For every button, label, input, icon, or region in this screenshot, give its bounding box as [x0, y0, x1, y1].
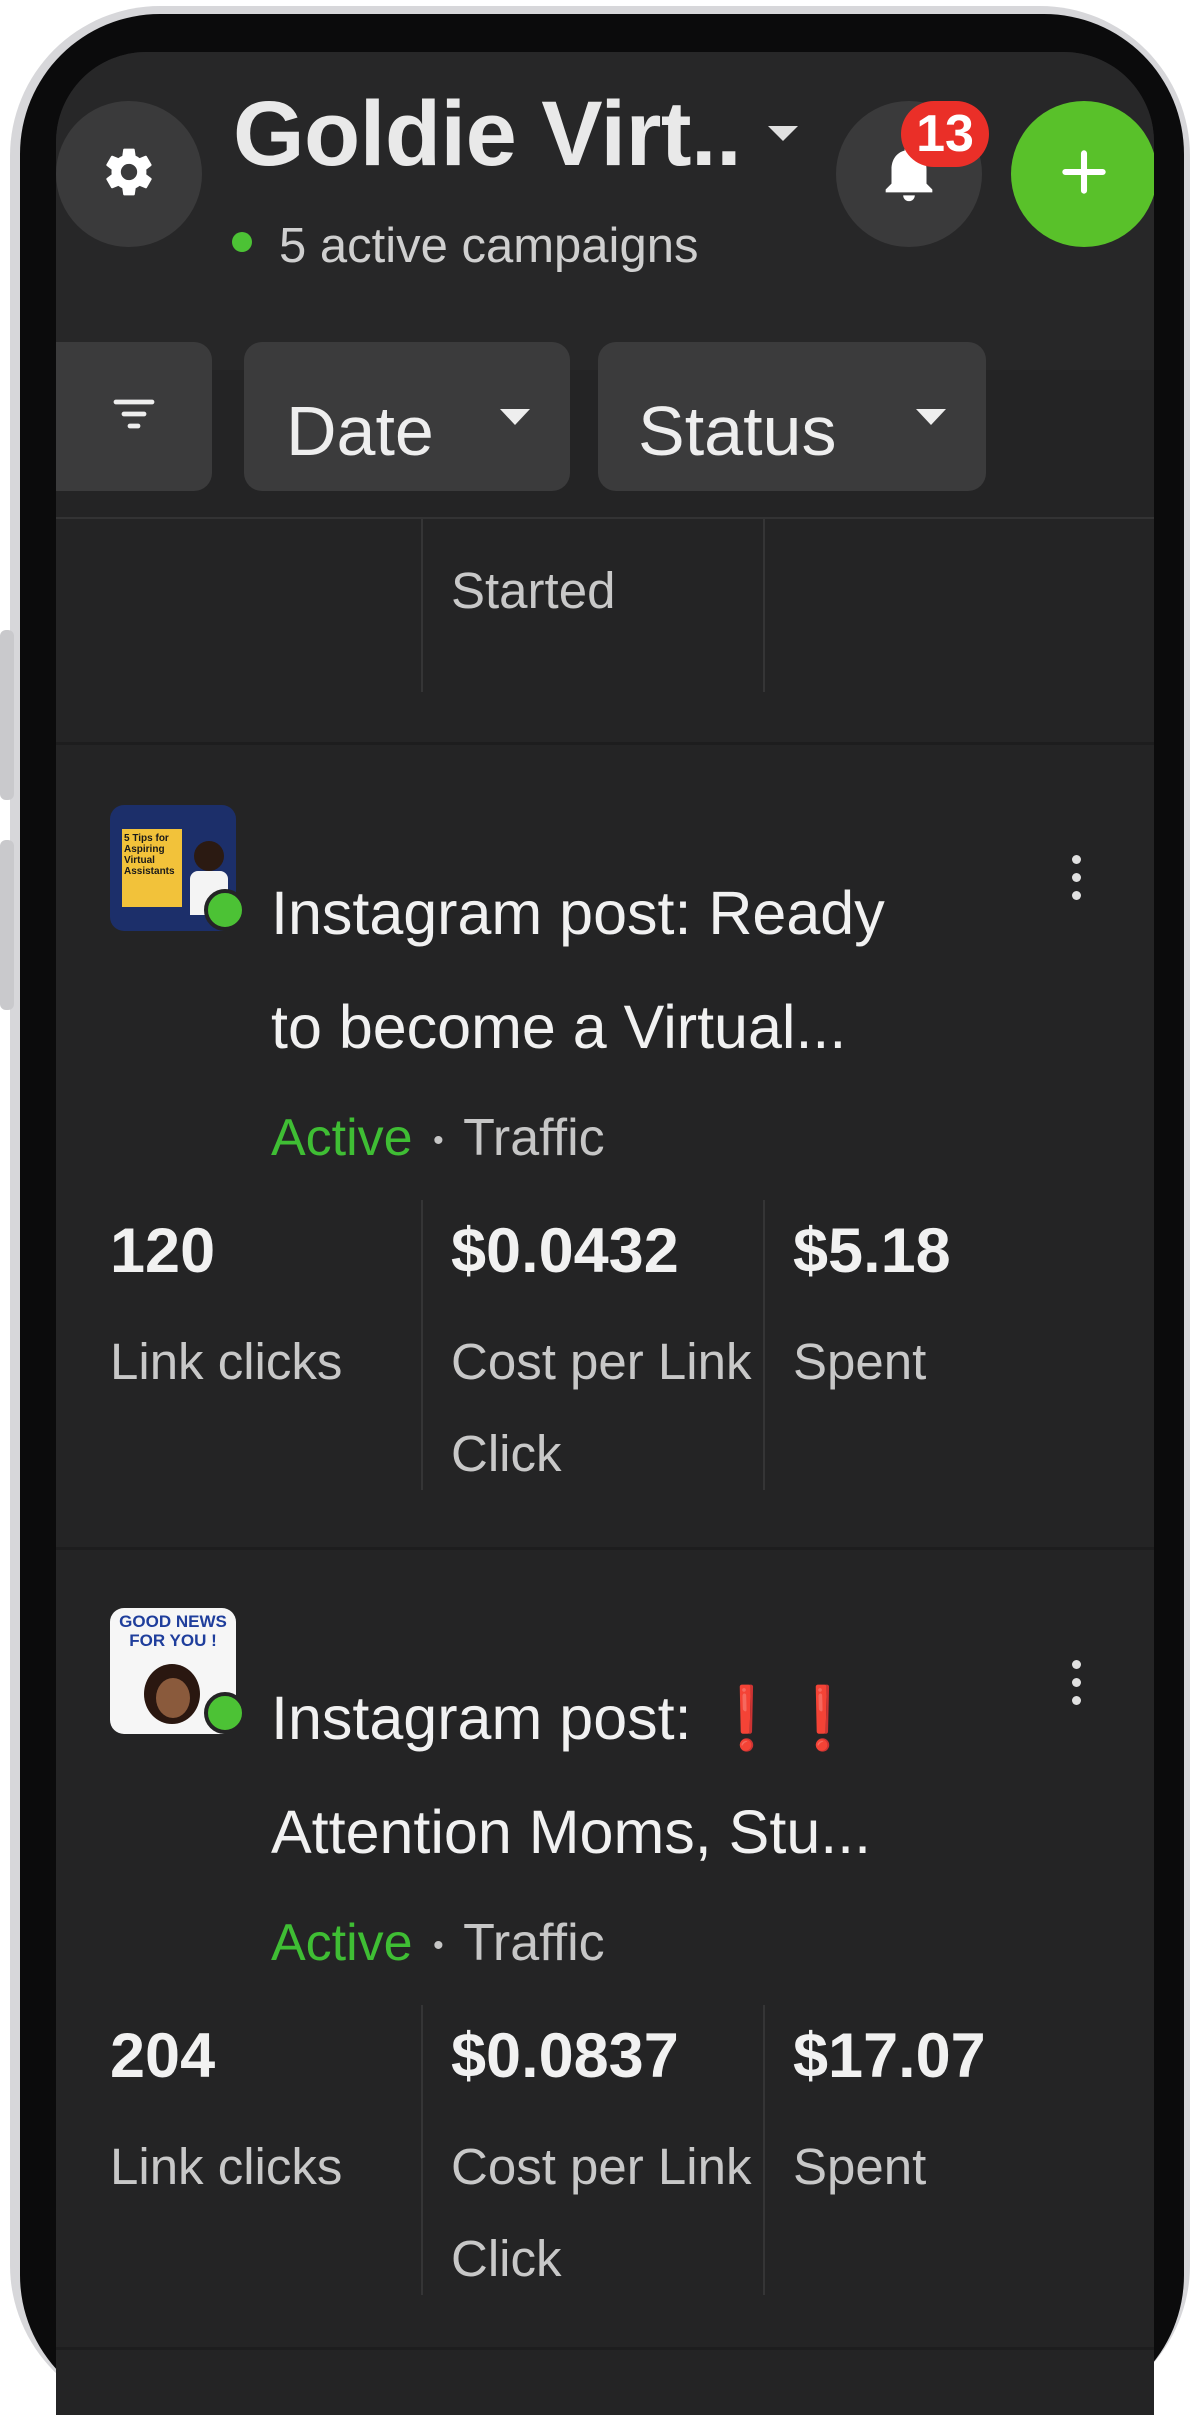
meta-separator: •: [433, 1124, 444, 1158]
ad-objective: Traffic: [463, 1914, 605, 1972]
ad-title-line: Attention Moms, Stu...: [271, 1798, 872, 1866]
partial-metric-label: Started: [110, 519, 440, 545]
ad-status: Active: [271, 1914, 413, 1972]
meta-separator: •: [433, 1929, 444, 1963]
more-options-button[interactable]: [1056, 1660, 1096, 1720]
link-clicks-value: 120: [110, 1216, 216, 1286]
date-filter-dropdown[interactable]: Date: [244, 342, 570, 491]
chevron-down-icon: [500, 408, 530, 425]
ad-thumbnail-text: 5 Tips for Aspiring Virtual Assistants: [124, 833, 175, 877]
spent-label: Spent: [793, 2138, 927, 2195]
ad-title-line: to become a Virtual...: [271, 993, 847, 1061]
add-campaign-button[interactable]: [1011, 101, 1154, 247]
more-options-button[interactable]: [1056, 855, 1096, 915]
ad-list-item[interactable]: GOOD NEWS FOR YOU ! Instagram post: ❗❗ A…: [56, 1550, 1154, 2355]
chevron-down-icon[interactable]: [768, 126, 798, 141]
ad-title: Instagram post: ❗❗ Attention Moms, Stu..…: [271, 1661, 1031, 1889]
metric-divider: [763, 519, 765, 692]
cost-per-click-label: Cost per Link Click: [451, 2138, 752, 2287]
account-name[interactable]: Goldie Virt..: [233, 82, 742, 187]
ad-thumbnail-text: GOOD NEWS FOR YOU !: [119, 1612, 227, 1650]
spent-value: $5.18: [793, 1216, 951, 1286]
metric-divider: [421, 519, 423, 692]
cost-per-click-label: Cost per Link Click: [451, 1333, 752, 1482]
date-filter-label: Date: [286, 391, 434, 470]
active-campaigns-count: 5 active campaigns: [279, 219, 699, 273]
top-bar: Goldie Virt.. 5 active campaigns 13: [56, 52, 1154, 370]
cost-per-click-value: $0.0432: [451, 1216, 679, 1286]
status-filter-label: Status: [638, 391, 837, 470]
link-clicks-label: Link clicks: [110, 1333, 343, 1390]
volume-down-button: [0, 840, 14, 1010]
volume-up-button: [0, 630, 14, 800]
spent-label: Spent: [793, 1333, 927, 1390]
ad-list-item[interactable]: 5 Tips for Aspiring Virtual Assistants I…: [56, 745, 1154, 1550]
ad-title: Instagram post: Ready to become a Virtua…: [271, 856, 1031, 1084]
partial-metric-label: Started: [451, 562, 616, 619]
link-clicks-value: 204: [110, 2021, 216, 2091]
previous-ad-row-partial: Started Conversation Started: [56, 519, 1154, 749]
partial-metric-label: Conversation: [451, 519, 781, 545]
app-screen: Goldie Virt.. 5 active campaigns 13 Date…: [56, 52, 1154, 2415]
spent-value: $17.07: [793, 2021, 986, 2091]
status-filter-dropdown[interactable]: Status: [598, 342, 986, 491]
ad-status-line: Active • Traffic: [271, 1913, 605, 1973]
cost-per-click-value: $0.0837: [451, 2021, 679, 2091]
chevron-down-icon: [916, 408, 946, 425]
ad-title-line: Instagram post: ❗❗: [271, 1684, 861, 1752]
filter-icon: [112, 394, 156, 439]
row-divider: [56, 2347, 1154, 2350]
plus-icon: [1056, 144, 1112, 205]
ad-status: Active: [271, 1109, 413, 1167]
active-status-dot: [232, 232, 252, 252]
link-clicks-label: Link clicks: [110, 2138, 343, 2195]
ad-title-line: Instagram post: Ready: [271, 879, 885, 947]
filter-button[interactable]: [56, 342, 212, 491]
active-status-dot: [204, 889, 246, 931]
ad-objective: Traffic: [463, 1109, 605, 1167]
notification-badge: 13: [901, 101, 989, 167]
settings-button[interactable]: [56, 101, 202, 247]
active-status-dot: [204, 1692, 246, 1734]
gear-icon: [101, 144, 157, 205]
ad-status-line: Active • Traffic: [271, 1108, 605, 1168]
